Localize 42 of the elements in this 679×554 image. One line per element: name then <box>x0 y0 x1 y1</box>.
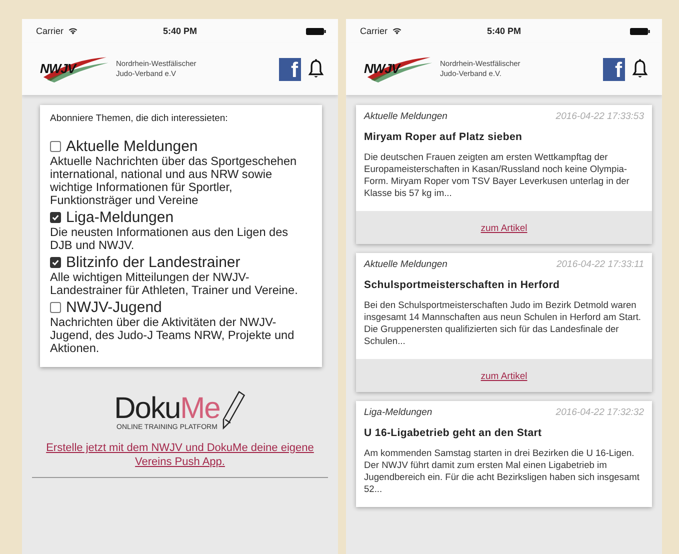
article-category: Aktuelle Meldungen <box>364 259 448 270</box>
checkbox[interactable] <box>50 257 61 268</box>
bell-icon[interactable] <box>308 59 324 79</box>
topic-description: Alle wichtigen Mitteilungen der NWJV-Landestrainer für Athleten, Trainer und Vereine. <box>50 271 299 297</box>
topic-title[interactable]: Aktuelle Meldungen <box>66 138 198 155</box>
carrier-label: Carrier <box>360 26 388 36</box>
promo-link[interactable]: Erstelle jetzt mit dem NWJV und DokuMe deine eigene Vereins Push App. <box>32 441 328 469</box>
dokume-logo-text: Doku <box>114 392 180 425</box>
article-category: Aktuelle Meldungen <box>364 111 448 122</box>
facebook-button[interactable]: f <box>279 58 301 80</box>
battery-icon <box>630 28 650 34</box>
topic-description: Nachrichten über die Aktivitäten der NWJV-Jugend, des Judo-J Teams NRW, Projekte und Aktionen. <box>50 316 296 355</box>
article-title: Miryam Roper auf Platz sieben <box>364 131 524 143</box>
status-time: 5:40 PM <box>162 26 197 36</box>
article-timestamp: 2016-04-22 17:33:53 <box>556 111 644 122</box>
article-teaser: Die deutschen Frauen zeigten am ersten Wettkampftag der Europameisterschaften in Kasan/Russland noch keine Olympia-Form. Miryam Roper vom TSV Bayer Leverkusen unterlag in der Klasse bis 57 kg im... <box>364 151 630 199</box>
article-category: Liga-Meldungen <box>364 407 432 418</box>
topic-description: Die neusten Informationen aus den Ligen des DJB und NWJV. <box>50 226 290 252</box>
wifi-icon <box>68 27 78 35</box>
article-title: Schulsportmeisterschaften in Herford <box>364 279 561 291</box>
topic-title[interactable]: NWJV-Jugend <box>66 299 162 316</box>
topic-title[interactable]: Blitzinfo der Landestrainer <box>66 254 240 271</box>
article-title: U 16-Ligabetrieb geht an den Start <box>364 427 543 439</box>
topic-description: Aktuelle Nachrichten über das Sportgeschehen international, national und aus NRW sowie wichtige Informationen für Sportler, Funktionsträger und Vereine <box>50 155 298 207</box>
article-link[interactable]: zum Artikel <box>480 223 528 234</box>
article-timestamp: 2016-04-22 17:32:32 <box>556 407 644 418</box>
carrier-label: Carrier <box>36 26 64 36</box>
intro-text: Abonniere Themen, die dich interessieten: <box>50 113 229 124</box>
bell-icon[interactable] <box>632 59 648 79</box>
checkbox[interactable] <box>50 212 61 223</box>
status-time: 5:40 PM <box>486 26 521 36</box>
topic-title[interactable]: Liga-Meldungen <box>66 209 174 226</box>
dokume-logo-text: Me <box>180 392 220 425</box>
checkbox[interactable] <box>50 302 61 313</box>
article-teaser: Am kommenden Samstag starten in drei Bezirken die U 16-Ligen. Der NWJV führt damit zum ersten Mal einen Ligabetrieb im Jugendbereich ein. Für die acht Bezirksligen haben sich insgesamt 52... <box>364 447 640 495</box>
article-timestamp: 2016-04-22 17:33:11 <box>556 259 644 270</box>
checkbox[interactable] <box>50 141 61 152</box>
article-link[interactable]: zum Artikel <box>480 371 528 382</box>
facebook-button[interactable]: f <box>603 58 625 80</box>
article-teaser: Bei den Schulsportmeisterschaften Judo im Bezirk Detmold waren insgesamt 14 Mannschaften aus neun Schulen in Herford am Start. Die Gruppenersten qualifizierten sich für das Landesfinale der Schulen... <box>364 299 642 347</box>
battery-icon <box>306 28 326 34</box>
wifi-icon <box>392 27 402 35</box>
